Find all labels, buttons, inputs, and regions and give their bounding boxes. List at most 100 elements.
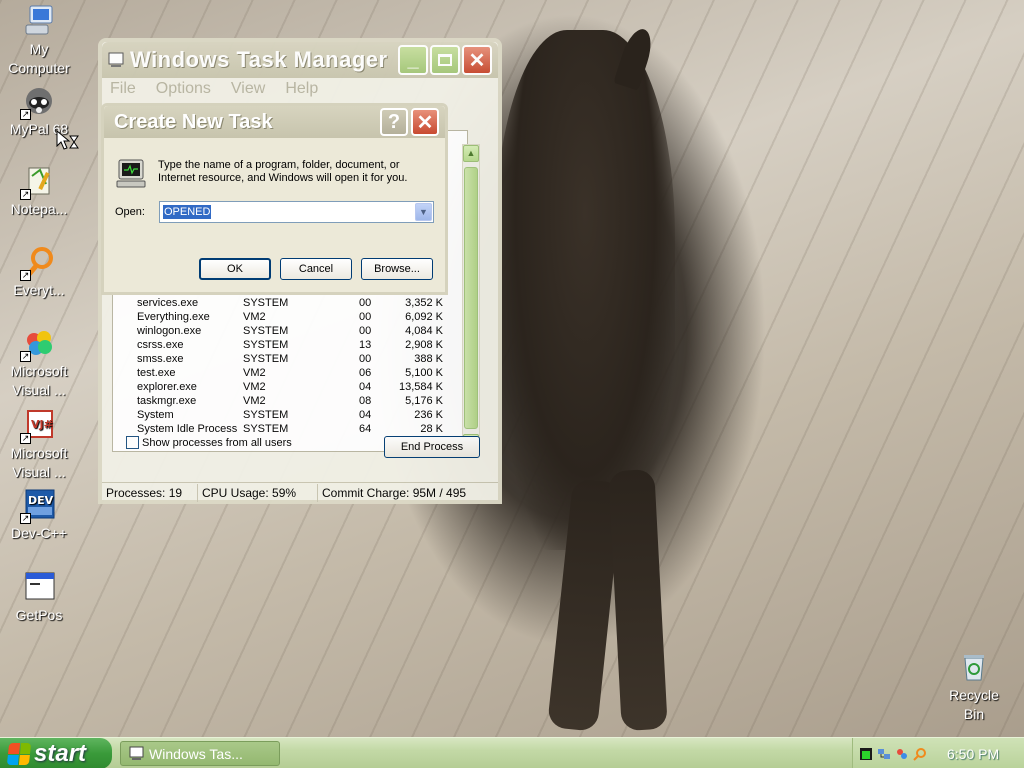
process-row[interactable]: taskmgr.exe VM2 08 5,176 K: [113, 395, 453, 409]
task-manager-icon: [108, 52, 124, 67]
menu-help[interactable]: Help: [285, 80, 318, 98]
process-user: SYSTEM: [243, 423, 289, 435]
process-row[interactable]: Everything.exe VM2 00 6,092 K: [113, 311, 453, 325]
close-icon: ✕: [468, 49, 486, 72]
minimize-button[interactable]: _: [398, 45, 428, 75]
clock: 6:50 PM: [947, 745, 1000, 762]
cpu-meter-icon[interactable]: [859, 747, 873, 761]
process-row[interactable]: System Idle Process SYSTEM 64 28 K: [113, 423, 453, 437]
busy-cursor-icon: [56, 130, 79, 150]
desktop-icon-label: Notepa...: [10, 201, 68, 217]
svg-text:VJ#: VJ#: [31, 418, 53, 431]
task-manager-titlebar[interactable]: Windows Task Manager _ ✕: [102, 42, 498, 78]
process-memory: 236 K: [414, 409, 443, 421]
start-label: start: [34, 739, 87, 767]
process-cpu: 00: [359, 297, 372, 309]
process-row[interactable]: csrss.exe SYSTEM 13 2,908 K: [113, 339, 453, 353]
desktop-icon-microsoft-visual-2[interactable]: VJ# ↗ Microsoft Visual ...: [0, 408, 78, 482]
svg-text:DEV: DEV: [28, 494, 54, 507]
task-manager-icon: [129, 746, 144, 760]
show-all-users-row[interactable]: Show processes from all users: [126, 436, 292, 449]
desktop-icon-label: My: [29, 41, 49, 57]
process-row[interactable]: smss.exe SYSTEM 00 388 K: [113, 353, 453, 367]
wallpaper-dog: [495, 30, 675, 550]
desktop-icon-microsoft-visual-1[interactable]: ↗ Microsoft Visual ...: [0, 326, 78, 400]
process-user: SYSTEM: [243, 325, 289, 337]
close-button[interactable]: ✕: [462, 45, 492, 75]
desktop-icon-notepad[interactable]: ↗ Notepa...: [0, 164, 78, 219]
open-combobox[interactable]: OPENED ▼: [159, 201, 434, 223]
open-input-selected-text: OPENED: [163, 205, 212, 219]
end-process-button[interactable]: End Process: [384, 436, 480, 458]
start-button[interactable]: start: [0, 738, 112, 768]
process-row[interactable]: test.exe VM2 06 5,100 K: [113, 367, 453, 381]
window-app-icon: [22, 570, 56, 604]
visual-studio-icon: ↗: [20, 326, 56, 362]
desktop-icon-label: Visual ...: [12, 464, 66, 480]
desktop-icon-label: Microsoft: [10, 445, 68, 461]
process-row[interactable]: System SYSTEM 04 236 K: [113, 409, 453, 423]
process-user: VM2: [243, 395, 266, 407]
scroll-thumb[interactable]: [464, 167, 478, 429]
process-row[interactable]: explorer.exe VM2 04 13,584 K: [113, 381, 453, 395]
create-new-task-dialog[interactable]: Create New Task ? ✕ Type the name of a p…: [101, 103, 448, 295]
menu-options[interactable]: Options: [156, 80, 211, 98]
desktop-icon-dev-cpp[interactable]: DEV ↗ Dev-C++: [0, 488, 78, 543]
menu-file[interactable]: File: [110, 80, 136, 98]
help-button[interactable]: ?: [380, 108, 408, 136]
process-cpu: 04: [359, 381, 372, 393]
magnifier-icon: ↗: [20, 245, 56, 281]
process-cpu: 64: [359, 423, 372, 435]
process-row[interactable]: winlogon.exe SYSTEM 00 4,084 K: [113, 325, 453, 339]
process-cpu: 13: [359, 339, 372, 351]
dialog-content: Type the name of a program, folder, docu…: [104, 138, 445, 292]
chevron-down-icon: ▼: [419, 207, 428, 217]
shortcut-arrow-icon: ↗: [20, 513, 31, 524]
desktop-icon-label: Dev-C++: [10, 525, 68, 541]
process-list-scrollbar[interactable]: ▲ ▼: [462, 144, 480, 452]
maximize-button[interactable]: [430, 45, 460, 75]
scroll-up-button[interactable]: ▲: [463, 145, 479, 162]
cancel-button[interactable]: Cancel: [280, 258, 352, 280]
process-user: SYSTEM: [243, 353, 289, 365]
process-memory: 13,584 K: [398, 381, 443, 393]
dialog-close-button[interactable]: ✕: [411, 108, 439, 136]
process-name: services.exe: [137, 297, 199, 309]
process-memory: 5,176 K: [405, 395, 443, 407]
desktop-icon-label: Bin: [963, 706, 985, 722]
desktop-icon-label: Computer: [8, 60, 70, 76]
dialog-description: Type the name of a program, folder, docu…: [158, 159, 408, 184]
process-user: SYSTEM: [243, 409, 289, 421]
search-icon[interactable]: [913, 747, 927, 761]
process-cpu: 00: [359, 311, 372, 323]
process-memory: 388 K: [414, 353, 443, 365]
dialog-titlebar[interactable]: Create New Task ? ✕: [104, 106, 445, 138]
process-user: VM2: [243, 367, 266, 379]
taskbar: start Windows Tas... 6:50 PM: [0, 737, 1024, 768]
network-icon[interactable]: [877, 747, 891, 761]
process-memory: 4,084 K: [405, 325, 443, 337]
desktop-icon-everything[interactable]: ↗ Everyt...: [0, 245, 78, 300]
desktop-icon-getpos[interactable]: GetPos: [0, 570, 78, 625]
process-user: SYSTEM: [243, 339, 289, 351]
process-memory: 2,908 K: [405, 339, 443, 351]
process-user: VM2: [243, 381, 266, 393]
desktop-icon-label: Recycle: [949, 687, 999, 703]
ok-button[interactable]: OK: [199, 258, 271, 280]
desktop-icon-recycle-bin[interactable]: Recycle Bin: [935, 650, 1013, 724]
browse-button[interactable]: Browse...: [361, 258, 433, 280]
process-row[interactable]: services.exe SYSTEM 00 3,352 K: [113, 297, 453, 311]
open-dropdown-button[interactable]: ▼: [415, 203, 432, 221]
devices-icon[interactable]: [895, 747, 909, 761]
menu-view[interactable]: View: [231, 80, 265, 98]
process-memory: 3,352 K: [405, 297, 443, 309]
process-memory: 5,100 K: [405, 367, 443, 379]
taskbar-button-task-manager[interactable]: Windows Tas...: [120, 741, 280, 766]
desktop-icon-my-computer[interactable]: My Computer: [0, 4, 78, 78]
process-cpu: 08: [359, 395, 372, 407]
taskbar-button-label: Windows Tas...: [149, 745, 243, 762]
process-name: winlogon.exe: [137, 325, 202, 337]
status-commit-charge: Commit Charge: 95M / 495: [322, 485, 467, 500]
process-name: taskmgr.exe: [137, 395, 197, 407]
show-all-users-checkbox[interactable]: [126, 436, 139, 449]
